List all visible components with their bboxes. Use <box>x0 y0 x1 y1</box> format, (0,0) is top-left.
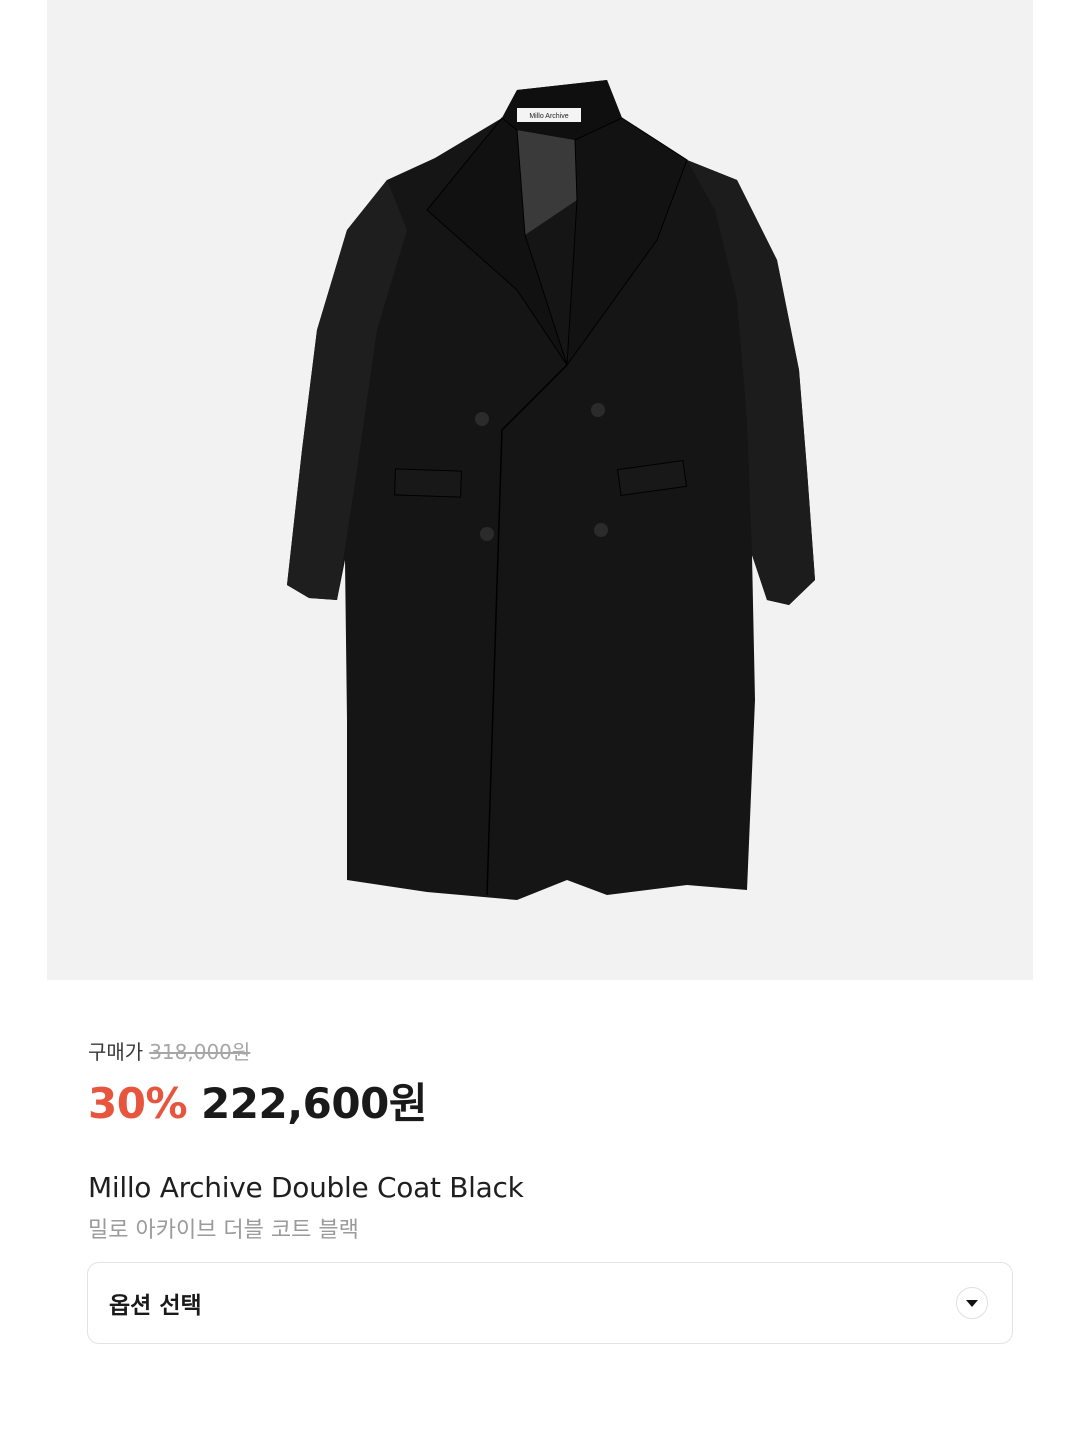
button-icon <box>475 412 489 426</box>
left-pocket-flap <box>394 468 462 498</box>
original-price-row: 구매가 318,000원 <box>88 1036 1013 1066</box>
option-select-label: 옵션 선택 <box>109 1293 202 1319</box>
button-icon <box>480 527 494 541</box>
sale-price-row: 30% 222,600원 <box>88 1070 1013 1131</box>
product-name-ko: 밀로 아카이브 더블 코트 블랙 <box>88 1218 359 1243</box>
original-price: 318,000원 <box>149 1040 251 1064</box>
button-icon <box>594 523 608 537</box>
coat-image: Millo Archive <box>287 80 815 900</box>
brand-tag-text: Millo Archive <box>529 113 568 120</box>
button-icon <box>591 403 605 417</box>
sale-price: 222,600원 <box>201 1079 427 1128</box>
discount-rate: 30% <box>88 1079 188 1128</box>
product-image[interactable]: Millo Archive <box>47 0 1033 980</box>
buy-price-label: 구매가 <box>88 1040 144 1064</box>
product-name-en: Millo Archive Double Coat Black <box>88 1171 524 1204</box>
product-info: 구매가 318,000원 30% 222,600원 Millo Archive … <box>88 1036 1013 1244</box>
option-select[interactable]: 옵션 선택 <box>87 1262 1013 1344</box>
chevron-down-icon[interactable] <box>956 1287 988 1319</box>
